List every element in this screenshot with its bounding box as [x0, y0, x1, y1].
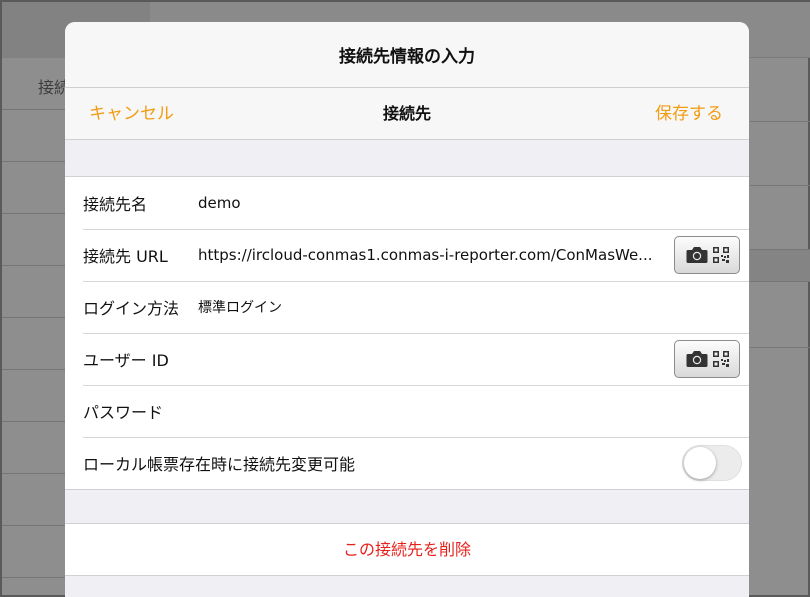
- background-right-row: [750, 58, 810, 122]
- connection-name-row[interactable]: 接続先名 demo: [65, 177, 749, 229]
- password-row[interactable]: パスワード: [65, 385, 749, 437]
- background-list-row: [2, 474, 68, 526]
- background-list-row: [2, 266, 68, 318]
- login-method-label: ログイン方法: [83, 299, 180, 318]
- modal-title-bar: 接続先情報の入力: [65, 22, 749, 88]
- background-list-row: [2, 422, 68, 474]
- background-right-row: [750, 122, 810, 186]
- user-id-scan-button[interactable]: [674, 340, 740, 378]
- qr-code-icon: [713, 247, 729, 263]
- background-right-row: [750, 186, 810, 250]
- login-method-value[interactable]: 標準ログイン: [198, 297, 668, 317]
- connection-name-label: 接続先名: [83, 195, 148, 214]
- allow-change-row: ローカル帳票存在時に接続先変更可能: [65, 437, 749, 489]
- user-id-label: ユーザー ID: [83, 351, 169, 370]
- camera-icon: [686, 351, 708, 367]
- background-list-row: [2, 214, 68, 266]
- delete-connection-button[interactable]: この接続先を削除: [65, 524, 749, 575]
- background-list-row: [2, 110, 68, 162]
- camera-icon: [686, 247, 708, 263]
- background-list-row: [2, 526, 68, 578]
- connection-url-row[interactable]: 接続先 URL https://ircloud-conmas1.conmas-i…: [65, 229, 749, 281]
- connection-url-field[interactable]: https://ircloud-conmas1.conmas-i-reporte…: [198, 246, 668, 264]
- allow-change-label: ローカル帳票存在時に接続先変更可能: [83, 455, 356, 474]
- allow-change-toggle[interactable]: [682, 445, 742, 481]
- url-scan-button[interactable]: [674, 236, 740, 274]
- login-method-row[interactable]: ログイン方法 標準ログイン: [65, 281, 749, 333]
- qr-code-icon: [713, 351, 729, 367]
- modal-title: 接続先情報の入力: [339, 47, 475, 67]
- background-list-row: [2, 162, 68, 214]
- background-right-row: [750, 282, 810, 348]
- nav-title: 接続先: [382, 104, 431, 123]
- connection-form: 接続先名 demo 接続先 URL https://ircloud-conmas…: [65, 176, 749, 490]
- background-right-row: [750, 250, 810, 282]
- delete-section: この接続先を削除: [65, 523, 749, 576]
- user-id-row[interactable]: ユーザー ID: [65, 333, 749, 385]
- save-button[interactable]: 保存する: [655, 88, 723, 140]
- connection-modal: 接続先情報の入力 キャンセル 接続先 保存する 接続先名 demo 接続先 UR…: [65, 22, 749, 597]
- password-label: パスワード: [83, 403, 164, 422]
- navigation-bar: キャンセル 接続先 保存する: [65, 88, 749, 140]
- background-list-row: [2, 370, 68, 422]
- connection-name-field[interactable]: demo: [198, 194, 668, 212]
- toggle-knob: [684, 447, 716, 479]
- connection-url-label: 接続先 URL: [83, 247, 168, 266]
- background-list-row: [2, 318, 68, 370]
